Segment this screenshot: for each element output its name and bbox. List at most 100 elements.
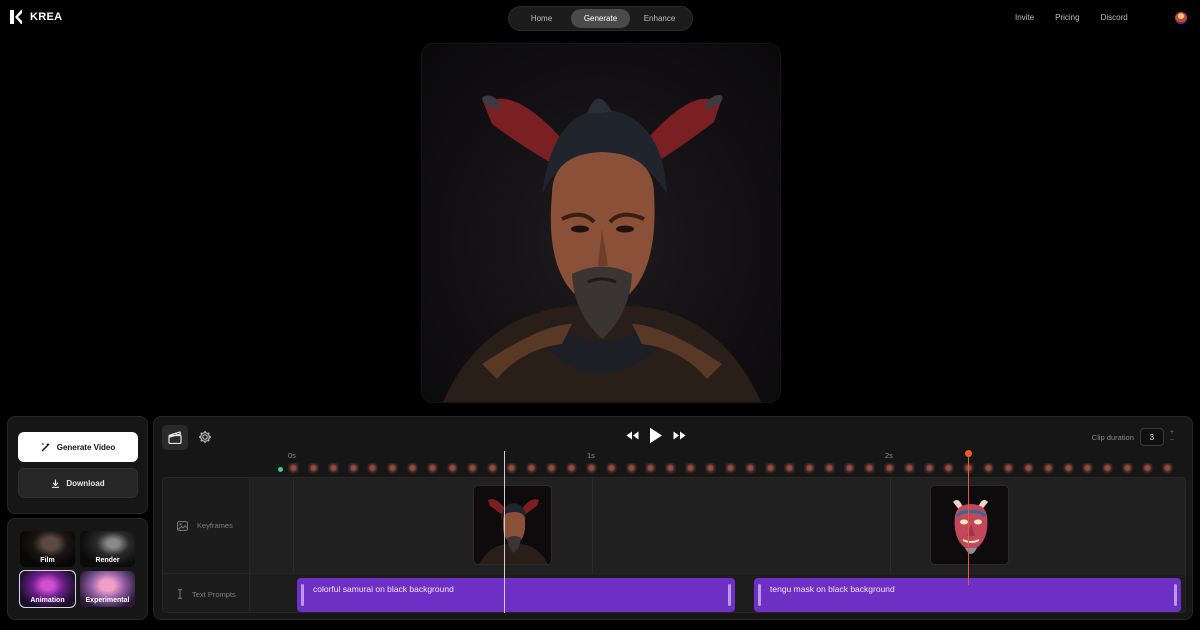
samurai-keyframe-image	[479, 499, 548, 564]
decrement-icon[interactable]: −	[1170, 437, 1174, 445]
frame-thumbnail	[824, 463, 836, 474]
prompt-2-text: tengu mask on black background	[770, 584, 895, 594]
rewind-icon[interactable]	[626, 431, 639, 440]
frame-thumbnail	[625, 463, 637, 474]
nav-generate[interactable]: Generate	[571, 9, 630, 28]
clip-duration-input[interactable]: 3	[1139, 428, 1164, 446]
link-pricing[interactable]: Pricing	[1055, 13, 1079, 22]
frame-thumbnail	[1141, 463, 1153, 474]
samurai-portrait-image	[442, 95, 762, 402]
frame-thumbnail	[764, 463, 776, 474]
style-render-label: Render	[95, 557, 120, 564]
frame-thumbnail	[546, 463, 558, 474]
frame-thumbnail	[724, 463, 736, 474]
app-logo[interactable]: KREA	[10, 10, 62, 24]
actions-panel: Generate Video Download	[7, 416, 148, 514]
link-invite[interactable]: Invite	[1015, 13, 1034, 22]
keyframes-track-label: Keyframes	[197, 521, 233, 530]
frame-thumbnail	[506, 463, 518, 474]
frame-thumbnail	[407, 463, 419, 474]
top-links: Invite Pricing Discord	[1015, 13, 1128, 22]
prompt-1-text: colorful samurai on black background	[313, 584, 454, 594]
image-icon	[177, 520, 188, 531]
keyframe-cursor-handle[interactable]	[965, 450, 972, 457]
link-discord[interactable]: Discord	[1101, 13, 1128, 22]
text-prompts-track[interactable]: colorful samurai on black background ten…	[250, 573, 1185, 612]
frame-thumbnails-strip	[288, 463, 1173, 475]
gridline-1s	[592, 478, 593, 573]
frame-thumbnail	[466, 463, 478, 474]
style-render[interactable]: Render	[80, 531, 135, 567]
keyframes-track[interactable]	[250, 478, 1185, 573]
prompt-2-end-handle[interactable]	[1174, 584, 1177, 606]
user-avatar[interactable]	[1175, 12, 1187, 24]
frame-thumbnail	[844, 463, 856, 474]
magic-wand-icon	[41, 442, 50, 452]
frame-thumbnail	[983, 463, 995, 474]
prompt-1-start-handle[interactable]	[301, 584, 304, 606]
ruler-tick-1s: 1s	[587, 451, 595, 460]
frame-thumbnail	[685, 463, 697, 474]
settings-button[interactable]	[196, 428, 214, 446]
clip-duration-stepper[interactable]: + −	[1170, 429, 1174, 445]
frame-thumbnail	[943, 463, 955, 474]
frame-thumbnail	[1042, 463, 1054, 474]
frame-thumbnail	[307, 463, 319, 474]
video-preview	[421, 43, 781, 403]
ruler-tick-0s: 0s	[288, 451, 296, 460]
frame-thumbnail	[367, 463, 379, 474]
keyframe-tengu-mask[interactable]	[930, 485, 1009, 565]
clip-duration-label: Clip duration	[1091, 432, 1134, 442]
timeline-tracks: Keyframes Text Prompts colorful samurai …	[162, 477, 1186, 613]
frame-thumbnail	[1161, 463, 1173, 474]
frame-thumbnail	[446, 463, 458, 474]
prompt-2-start-handle[interactable]	[758, 584, 761, 606]
clip-tool-button[interactable]	[162, 425, 188, 450]
frame-thumbnail	[784, 463, 796, 474]
download-label: Download	[66, 478, 105, 488]
style-film-label: Film	[40, 557, 55, 564]
frame-thumbnail	[605, 463, 617, 474]
keyframes-track-header: Keyframes	[163, 478, 250, 573]
prompt-block-1[interactable]: colorful samurai on black background	[297, 578, 735, 612]
nav-enhance[interactable]: Enhance	[630, 9, 689, 28]
frame-thumbnail	[1122, 463, 1134, 474]
nav-home[interactable]: Home	[512, 9, 571, 28]
frame-thumbnail	[1062, 463, 1074, 474]
frame-thumbnail	[288, 463, 299, 474]
frame-thumbnail	[387, 463, 399, 474]
app-name: KREA	[30, 11, 63, 23]
transport-controls	[626, 427, 686, 444]
download-icon	[52, 479, 60, 488]
ruler-tick-2s: 2s	[885, 451, 893, 460]
clapperboard-icon	[168, 431, 182, 444]
style-experimental[interactable]: Experimental	[80, 571, 135, 607]
frame-thumbnail	[923, 463, 935, 474]
fast-forward-icon[interactable]	[673, 431, 686, 440]
text-cursor-icon	[178, 589, 182, 599]
playhead[interactable]	[504, 451, 505, 613]
download-button[interactable]: Download	[18, 468, 138, 498]
play-icon[interactable]	[649, 427, 663, 444]
frame-thumbnail	[804, 463, 816, 474]
style-animation-label: Animation	[30, 597, 65, 604]
tengu-mask-keyframe-image	[953, 500, 988, 554]
frame-thumbnail	[744, 463, 756, 474]
style-film[interactable]: Film	[20, 531, 75, 567]
frame-thumbnail	[585, 463, 597, 474]
krea-logo-icon	[10, 10, 22, 24]
frame-thumbnail	[1022, 463, 1034, 474]
frame-thumbnail	[1002, 463, 1014, 474]
start-marker[interactable]	[278, 467, 283, 472]
generate-video-button[interactable]: Generate Video	[18, 432, 138, 462]
prompt-1-end-handle[interactable]	[728, 584, 731, 606]
style-experimental-label: Experimental	[85, 597, 130, 604]
style-animation[interactable]: Animation	[19, 570, 76, 608]
keyframe-samurai[interactable]	[473, 485, 552, 565]
increment-icon[interactable]: +	[1170, 429, 1174, 437]
frame-thumbnail	[566, 463, 578, 474]
main-nav: Home Generate Enhance	[508, 6, 693, 31]
text-prompts-track-header: Text Prompts	[163, 573, 250, 612]
gridline-2s	[890, 478, 891, 573]
keyframe-cursor[interactable]	[968, 453, 969, 585]
